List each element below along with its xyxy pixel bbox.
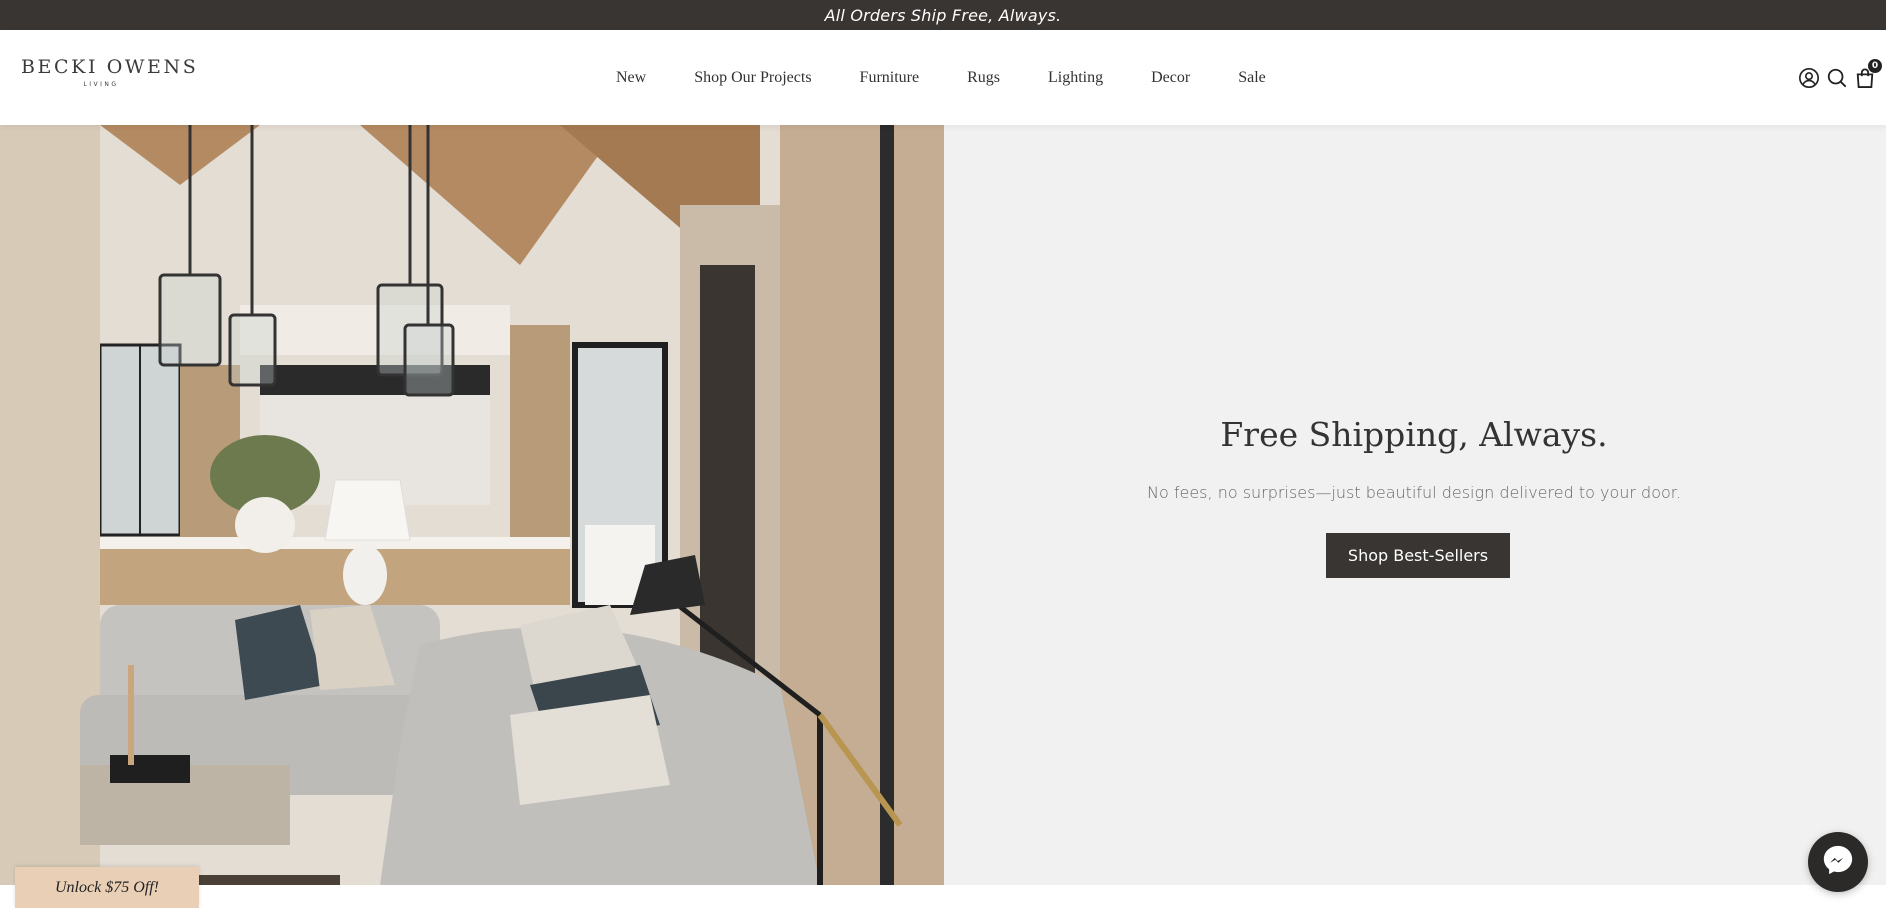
cart-count-badge: 0: [1868, 59, 1882, 73]
messenger-icon: [1821, 843, 1855, 882]
account-icon[interactable]: [1798, 67, 1820, 89]
unlock-offer-tab[interactable]: Unlock $75 Off!: [15, 867, 199, 908]
nav-item-rugs[interactable]: Rugs: [943, 69, 1024, 87]
shop-best-sellers-button[interactable]: Shop Best-Sellers: [1326, 533, 1510, 578]
main-nav: New Shop Our Projects Furniture Rugs Lig…: [600, 30, 1290, 125]
header-icons: 0: [1798, 59, 1882, 92]
site-header: BECKI OWENS LIVING New Shop Our Projects…: [0, 30, 1886, 125]
nav-item-sale[interactable]: Sale: [1214, 69, 1290, 87]
nav-item-new[interactable]: New: [600, 69, 670, 87]
search-icon[interactable]: [1826, 67, 1848, 89]
logo-wordmark: BECKI OWENS: [21, 56, 199, 78]
announcement-text: All Orders Ship Free, Always.: [824, 5, 1062, 25]
nav-item-lighting[interactable]: Lighting: [1024, 69, 1127, 87]
cart-icon[interactable]: 0: [1854, 59, 1882, 89]
nav-item-shop-our-projects[interactable]: Shop Our Projects: [670, 69, 835, 87]
hero-subtitle: No fees, no surprises—just beautiful des…: [1147, 483, 1681, 502]
brand-logo[interactable]: BECKI OWENS LIVING: [21, 56, 199, 97]
nav-item-furniture[interactable]: Furniture: [836, 69, 944, 87]
logo-subline: LIVING: [83, 81, 119, 88]
announcement-bar: All Orders Ship Free, Always.: [0, 0, 1886, 30]
hero-image: [0, 125, 944, 885]
nav-item-decor[interactable]: Decor: [1127, 69, 1214, 87]
unlock-offer-label: Unlock $75 Off!: [55, 878, 159, 896]
hero-title: Free Shipping, Always.: [1220, 415, 1608, 454]
hero-panel: Free Shipping, Always. No fees, no surpr…: [944, 125, 1886, 885]
messenger-chat-button[interactable]: [1808, 832, 1868, 892]
